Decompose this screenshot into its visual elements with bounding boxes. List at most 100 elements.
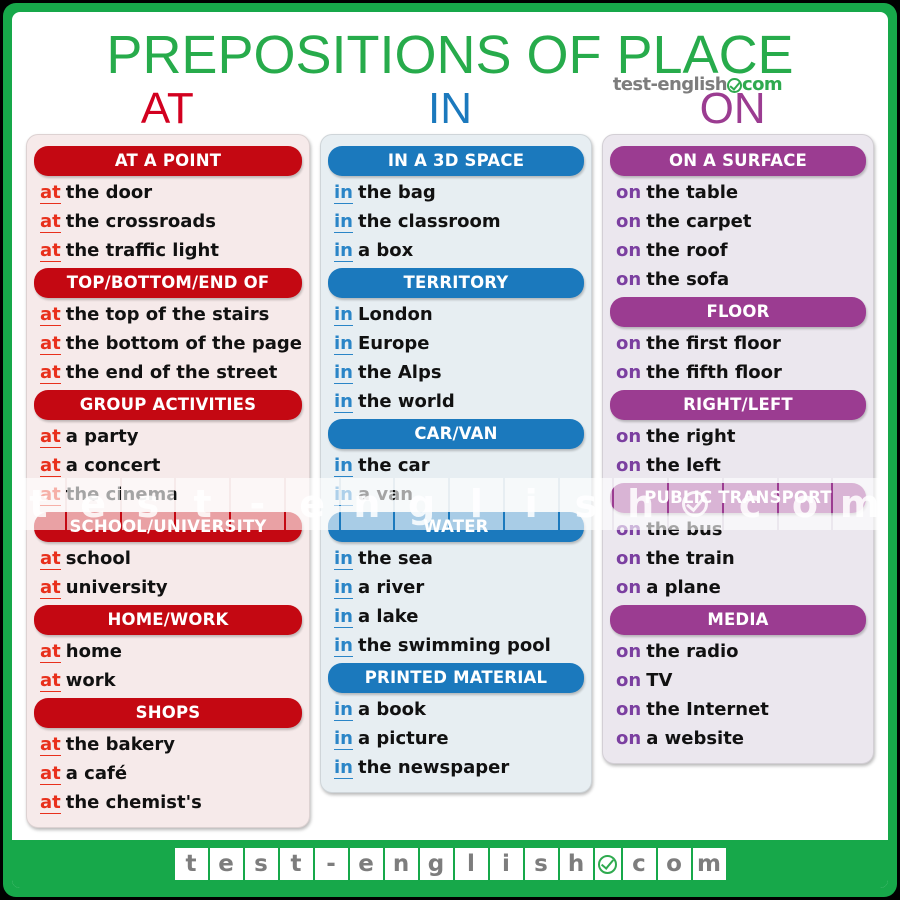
preposition-entry: in a box [328, 236, 584, 265]
preposition-entry: at a café [34, 759, 302, 788]
preposition-entry: at a concert [34, 451, 302, 480]
preposition-entry: in a van [328, 480, 584, 509]
preposition-entry: at the bottom of the page [34, 329, 302, 358]
poster: PREPOSITIONS OF PLACE test-english com A… [0, 0, 900, 900]
preposition-entry: in London [328, 300, 584, 329]
category-heading: CAR/VAN [328, 419, 584, 450]
preposition-phrase: a lake [357, 606, 419, 628]
preposition-phrase: the classroom [357, 211, 501, 233]
preposition-phrase: the newspaper [357, 757, 510, 779]
footer-letter: n [384, 848, 418, 880]
preposition-entry: on the right [610, 422, 866, 451]
preposition-word: on [616, 240, 642, 262]
preposition-entry: in a river [328, 573, 584, 602]
preposition-entry: in Europe [328, 329, 584, 358]
preposition-word: on [616, 728, 642, 750]
preposition-word: at [40, 304, 61, 327]
preposition-phrase: the radio [646, 641, 739, 663]
preposition-word: at [40, 362, 61, 385]
preposition-entry: at the cinema [34, 480, 302, 509]
page-title: PREPOSITIONS OF PLACE [106, 25, 794, 85]
preposition-phrase: the right [646, 426, 736, 448]
preposition-phrase: the roof [646, 240, 728, 262]
preposition-word: in [334, 211, 353, 234]
footer-letter: s [244, 848, 278, 880]
preposition-word: on [616, 182, 642, 204]
preposition-phrase: the table [646, 182, 739, 204]
preposition-phrase: a concert [65, 455, 161, 477]
preposition-phrase: the traffic light [65, 240, 219, 262]
preposition-word: in [334, 333, 353, 356]
preposition-phrase: a box [357, 240, 414, 262]
preposition-phrase: a plane [646, 577, 721, 599]
check-circle-icon [727, 77, 742, 93]
footer-letter: t [279, 848, 313, 880]
preposition-word: at [40, 577, 61, 600]
category-heading: MEDIA [610, 605, 866, 636]
preposition-entry: in the newspaper [328, 753, 584, 782]
preposition-word: at [40, 333, 61, 356]
preposition-word: at [40, 240, 61, 263]
preposition-phrase: the fifth floor [646, 362, 782, 384]
category-heading: FLOOR [610, 297, 866, 328]
preposition-word: in [334, 757, 353, 780]
preposition-entry: in the sea [328, 544, 584, 573]
category-heading: GROUP ACTIVITIES [34, 390, 302, 421]
preposition-word: on [616, 455, 642, 477]
preposition-phrase: school [65, 548, 131, 570]
preposition-word: at [40, 763, 61, 786]
preposition-phrase: the first floor [646, 333, 781, 355]
column-card-at: AT A POINT at the door at the crossroads at th… [26, 134, 310, 829]
preposition-word: at [40, 426, 61, 449]
preposition-phrase: the crossroads [65, 211, 216, 233]
green-frame: PREPOSITIONS OF PLACE test-english com A… [3, 3, 897, 897]
preposition-phrase: the Alps [357, 362, 442, 384]
preposition-phrase: a book [357, 699, 426, 721]
preposition-entry: at the top of the stairs [34, 300, 302, 329]
preposition-entry: on the sofa [610, 265, 866, 294]
preposition-phrase: a van [357, 484, 414, 506]
columns-container: AT A POINT at the door at the crossroads at th… [12, 132, 888, 829]
preposition-entry: in the car [328, 451, 584, 480]
column-title-in: IN [428, 84, 472, 133]
preposition-word: on [616, 670, 642, 692]
category-heading: SCHOOL/UNIVERSITY [34, 512, 302, 543]
preposition-entry: on TV [610, 666, 866, 695]
preposition-word: on [616, 699, 642, 721]
preposition-entry: on the bus [610, 515, 866, 544]
preposition-phrase: work [65, 670, 116, 692]
brand-logo-top: test-english com [613, 76, 783, 94]
preposition-word: in [334, 606, 353, 629]
footer-letter: e [349, 848, 383, 880]
preposition-word: in [334, 182, 353, 205]
category-heading: AT A POINT [34, 146, 302, 177]
preposition-word: in [334, 455, 353, 478]
preposition-phrase: London [357, 304, 433, 326]
preposition-entry: at the crossroads [34, 207, 302, 236]
preposition-phrase: home [65, 641, 122, 663]
preposition-word: at [40, 211, 61, 234]
category-heading: ON A SURFACE [610, 146, 866, 177]
preposition-phrase: the bottom of the page [65, 333, 302, 355]
preposition-entry: on the roof [610, 236, 866, 265]
preposition-entry: in a picture [328, 724, 584, 753]
footer-letter: g [419, 848, 453, 880]
preposition-word: at [40, 484, 61, 507]
preposition-word: on [616, 211, 642, 233]
preposition-phrase: the door [65, 182, 153, 204]
preposition-entry: at school [34, 544, 302, 573]
preposition-entry: on the fifth floor [610, 358, 866, 387]
preposition-entry: on the train [610, 544, 866, 573]
preposition-word: at [40, 734, 61, 757]
preposition-word: in [334, 240, 353, 263]
preposition-word: in [334, 362, 353, 385]
preposition-phrase: the car [357, 455, 430, 477]
preposition-phrase: a river [357, 577, 425, 599]
footer-letter: l [454, 848, 488, 880]
footer-bar: test-englishcom [12, 840, 888, 888]
preposition-word: at [40, 548, 61, 571]
preposition-phrase: the train [646, 548, 735, 570]
preposition-entry: at home [34, 637, 302, 666]
preposition-entry: on a plane [610, 573, 866, 602]
preposition-word: in [334, 577, 353, 600]
